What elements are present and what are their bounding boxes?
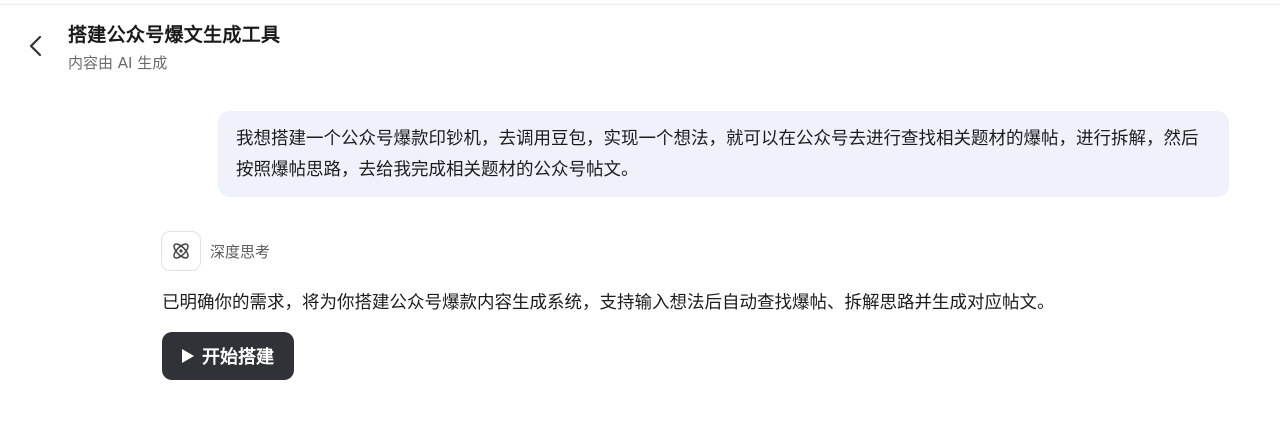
assistant-reply: 已明确你的需求，将为你搭建公众号爆款内容生成系统，支持输入想法后自动查找爆帖、拆… [162, 293, 1055, 313]
deep-thinking-toggle[interactable]: 深度思考 [161, 231, 270, 271]
start-build-label: 开始搭建 [202, 347, 274, 368]
user-message-bubble: 我想搭建一个公众号爆款印钞机，去调用豆包，实现一个想法，就可以在公众号去进行查找… [218, 111, 1229, 197]
play-icon [182, 349, 194, 363]
ai-generated-note: 内容由 AI 生成 [68, 54, 168, 72]
back-button[interactable] [22, 32, 50, 60]
chevron-left-icon [29, 35, 42, 57]
top-divider [0, 0, 1280, 5]
atom-icon [173, 243, 189, 259]
thinking-icon-box [161, 231, 201, 271]
start-build-button[interactable]: 开始搭建 [162, 332, 294, 380]
page-title: 搭建公众号爆文生成工具 [68, 24, 281, 46]
chat-page: 搭建公众号爆文生成工具 内容由 AI 生成 我想搭建一个公众号爆款印钞机，去调用… [0, 0, 1280, 439]
thinking-label: 深度思考 [210, 242, 271, 261]
user-message-text: 我想搭建一个公众号爆款印钞机，去调用豆包，实现一个想法，就可以在公众号去进行查找… [236, 129, 1199, 180]
